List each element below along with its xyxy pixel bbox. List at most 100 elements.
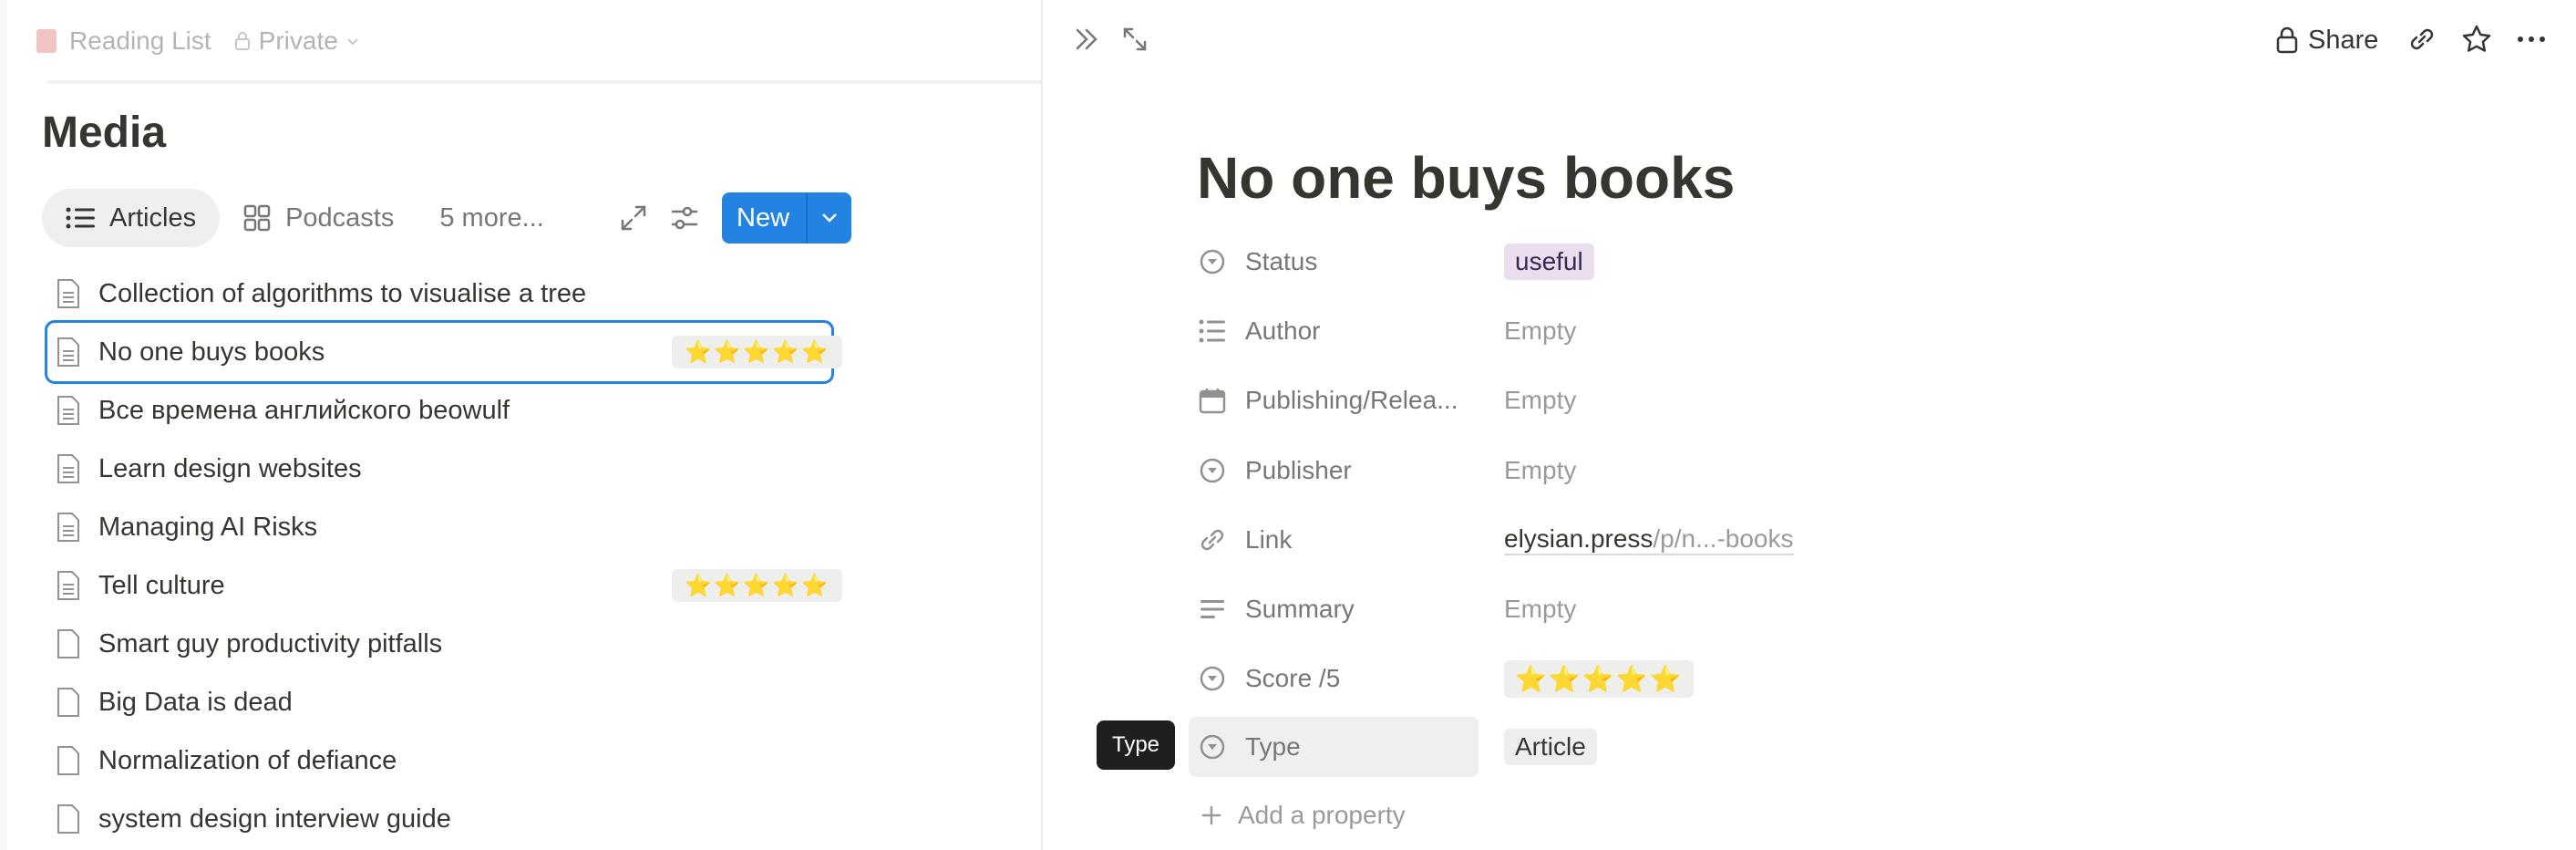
property-label: Status xyxy=(1245,247,1318,275)
more-options-icon[interactable] xyxy=(2516,24,2547,55)
list-item[interactable]: Collection of algorithms to visualise a … xyxy=(47,264,831,323)
tab-podcasts[interactable]: Podcasts xyxy=(220,189,417,247)
database-panel: Reading List Private Media Articles Podc… xyxy=(0,0,1043,850)
property-author[interactable]: Author xyxy=(1189,301,1479,361)
tooltip: Type xyxy=(1097,720,1175,770)
score-badge: ⭐⭐⭐⭐⭐ xyxy=(672,336,843,368)
document-icon xyxy=(57,454,79,483)
property-value-author[interactable]: Empty xyxy=(1504,301,1576,361)
database-title[interactable]: Media xyxy=(42,108,166,158)
calendar-icon xyxy=(1199,389,1226,414)
status-icon xyxy=(1200,249,1225,275)
score-badge: ⭐⭐⭐⭐⭐ xyxy=(672,569,843,602)
view-tabs: Articles Podcasts 5 more... xyxy=(42,189,544,247)
tab-articles[interactable]: Articles xyxy=(42,189,221,247)
lock-icon xyxy=(2276,26,2298,54)
document-icon xyxy=(57,804,79,834)
property-value-publisher[interactable]: Empty xyxy=(1504,441,1576,501)
document-icon xyxy=(57,688,79,717)
property-summary[interactable]: Summary xyxy=(1189,579,1479,639)
list-item[interactable]: Smart guy productivity pitfalls xyxy=(47,615,831,673)
list-item[interactable]: Managing AI Risks xyxy=(47,498,831,556)
list-item-selected[interactable]: No one buys books ⭐⭐⭐⭐⭐ xyxy=(45,320,843,384)
close-peek-icon[interactable] xyxy=(1072,24,1103,55)
page-title[interactable]: No one buys books xyxy=(1197,144,1735,212)
property-value-link[interactable]: elysian.press/p/n...-books xyxy=(1504,510,1794,570)
select-icon xyxy=(1200,734,1225,760)
property-value-publishing[interactable]: Empty xyxy=(1504,370,1576,430)
property-label: Author xyxy=(1245,316,1321,345)
new-dropdown-button[interactable] xyxy=(806,192,851,244)
list-item[interactable]: system design interview guide xyxy=(47,790,831,848)
list-item-title: Learn design websites xyxy=(98,453,362,483)
list-icon xyxy=(66,207,95,229)
document-icon xyxy=(57,571,79,600)
new-button[interactable]: New xyxy=(722,192,852,244)
list-item-title: Managing AI Risks xyxy=(98,512,318,542)
settings-sliders-icon[interactable] xyxy=(669,202,700,233)
share-label: Share xyxy=(2308,25,2379,55)
select-icon xyxy=(1200,666,1225,691)
add-property-button[interactable]: Add a property xyxy=(1200,801,1406,830)
type-tag: Article xyxy=(1504,729,1597,765)
status-tag: useful xyxy=(1504,244,1594,280)
list-icon xyxy=(1199,319,1225,343)
open-full-page-icon[interactable] xyxy=(1119,24,1150,55)
property-publisher[interactable]: Publisher xyxy=(1189,441,1479,501)
property-value-score[interactable]: ⭐⭐⭐⭐⭐ xyxy=(1504,648,1695,709)
list-item[interactable]: Normalization of defiance xyxy=(47,731,831,790)
book-icon xyxy=(36,29,57,53)
list-item-title: Normalization of defiance xyxy=(98,745,397,775)
chevron-down-icon xyxy=(822,213,837,223)
tab-label: Articles xyxy=(109,202,197,233)
privacy-selector[interactable]: Private xyxy=(233,26,360,56)
property-label: Publishing/Relea... xyxy=(1245,386,1458,414)
share-button[interactable]: Share xyxy=(2275,20,2378,60)
property-publishing-release[interactable]: Publishing/Relea... xyxy=(1189,370,1479,430)
list-item-title: Collection of algorithms to visualise a … xyxy=(98,278,587,308)
list-item[interactable]: Learn design websites xyxy=(47,440,831,498)
property-label: Summary xyxy=(1245,595,1355,623)
property-value-status[interactable]: useful xyxy=(1504,232,1594,292)
list-item-title: Все времена английского beowulf xyxy=(98,395,510,425)
tab-label: Podcasts xyxy=(285,202,395,233)
add-property-label: Add a property xyxy=(1238,801,1406,829)
property-value-summary[interactable]: Empty xyxy=(1504,579,1576,639)
article-list: Collection of algorithms to visualise a … xyxy=(45,264,843,848)
chevron-down-icon xyxy=(347,38,358,46)
more-views-button[interactable]: 5 more... xyxy=(439,203,543,233)
property-label: Type xyxy=(1245,732,1301,761)
privacy-label: Private xyxy=(258,26,338,55)
document-icon xyxy=(57,746,79,775)
plus-icon xyxy=(1201,805,1221,825)
document-icon xyxy=(57,337,79,367)
header-divider xyxy=(47,80,1041,84)
link-icon xyxy=(1200,529,1224,551)
score-tag: ⭐⭐⭐⭐⭐ xyxy=(1504,659,1695,698)
copy-link-icon[interactable] xyxy=(2406,24,2437,55)
property-link[interactable]: Link xyxy=(1189,510,1479,570)
document-icon xyxy=(57,513,79,542)
link-path: /p/n...-books xyxy=(1653,524,1794,555)
breadcrumb-page[interactable]: Reading List xyxy=(69,26,211,56)
breadcrumb: Reading List Private xyxy=(36,20,360,62)
property-value-type[interactable]: Article xyxy=(1504,717,1597,777)
gallery-icon xyxy=(243,204,271,232)
star-icon[interactable] xyxy=(2461,24,2492,55)
list-item[interactable]: Tell culture ⭐⭐⭐⭐⭐ xyxy=(47,556,843,615)
document-icon xyxy=(57,629,79,658)
expand-icon[interactable] xyxy=(618,202,649,233)
property-status[interactable]: Status xyxy=(1189,232,1479,292)
list-item-title: Big Data is dead xyxy=(98,687,293,717)
property-label: Publisher xyxy=(1245,456,1352,484)
link-domain: elysian.press xyxy=(1504,524,1654,555)
text-icon xyxy=(1200,600,1224,618)
property-score[interactable]: Score /5 xyxy=(1189,648,1479,709)
document-icon xyxy=(57,396,79,425)
property-type[interactable]: Type xyxy=(1189,717,1479,777)
list-item[interactable]: Big Data is dead xyxy=(47,673,831,731)
sidebar-edge xyxy=(0,0,7,850)
list-item[interactable]: Все времена английского beowulf xyxy=(47,381,831,440)
list-item-title: Smart guy productivity pitfalls xyxy=(98,628,443,658)
list-item-title: system design interview guide xyxy=(98,803,451,834)
